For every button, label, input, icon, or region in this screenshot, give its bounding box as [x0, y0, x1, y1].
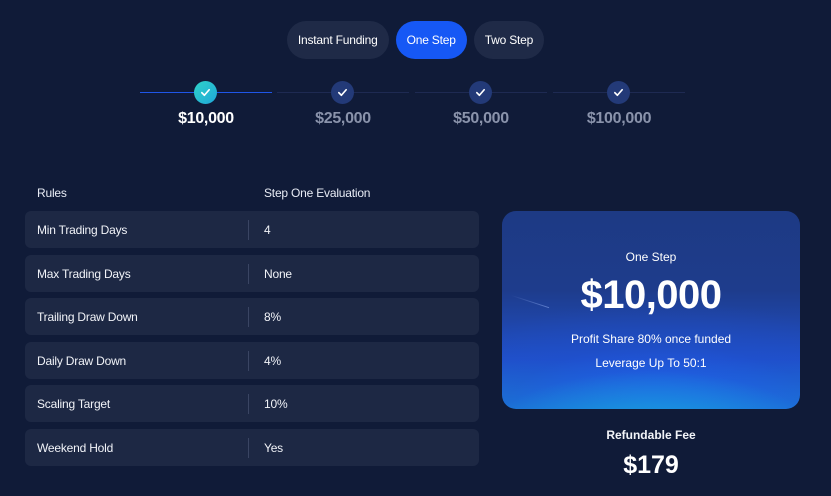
table-row: Min Trading Days 4: [25, 211, 479, 248]
tab-one-step[interactable]: One Step: [395, 21, 467, 59]
evaluation-column-header: Step One Evaluation: [264, 186, 371, 200]
rules-table: Rules Step One Evaluation Min Trading Da…: [25, 186, 479, 466]
rule-value: 10%: [264, 396, 288, 411]
table-row: Daily Draw Down 4%: [25, 342, 479, 379]
account-size-10000[interactable]: $10,000: [140, 80, 272, 130]
rules-table-header: Rules Step One Evaluation: [25, 186, 479, 204]
account-size-label: $100,000: [586, 110, 652, 127]
program-tabs: Instant Funding One Step Two Step: [0, 21, 831, 59]
account-size-100000[interactable]: $100,000: [553, 80, 685, 130]
rule-value: None: [264, 266, 292, 281]
plan-name: One Step: [625, 250, 677, 264]
tab-two-step[interactable]: Two Step: [473, 21, 545, 59]
rule-value: 4%: [264, 353, 281, 368]
account-size-label: $10,000: [178, 110, 234, 127]
rule-value: 4: [264, 222, 271, 237]
account-size-25000[interactable]: $25,000: [277, 80, 409, 130]
rule-name: Daily Draw Down: [37, 353, 127, 368]
account-size-stepper: $10,000 $25,000 $50,000 $100,000: [140, 80, 687, 130]
rule-name: Scaling Target: [37, 396, 111, 411]
table-row: Scaling Target 10%: [25, 385, 479, 422]
fee-label: Refundable Fee: [606, 428, 696, 442]
table-row: Max Trading Days None: [25, 255, 479, 292]
rule-value: Yes: [264, 440, 283, 455]
rules-column-header: Rules: [37, 186, 67, 200]
plan-summary-card: One Step $10,000 Profit Share 80% once f…: [502, 211, 800, 409]
account-size-50000[interactable]: $50,000: [415, 80, 547, 130]
plan-price: $10,000: [580, 273, 722, 317]
account-size-label: $25,000: [315, 110, 371, 127]
account-size-label: $50,000: [453, 110, 509, 127]
profit-share-text: Profit Share 80% once funded: [570, 332, 732, 346]
rule-value: 8%: [264, 309, 281, 324]
table-row: Trailing Draw Down 8%: [25, 298, 479, 335]
check-icon: [469, 81, 492, 104]
rule-name: Min Trading Days: [37, 222, 128, 237]
check-icon: [607, 81, 630, 104]
table-row: Weekend Hold Yes: [25, 429, 479, 466]
rule-name: Weekend Hold: [37, 440, 114, 455]
rule-name: Trailing Draw Down: [37, 309, 138, 324]
fee-value: $179: [623, 451, 679, 479]
tab-instant-funding[interactable]: Instant Funding: [286, 21, 389, 59]
check-icon: [194, 81, 217, 104]
check-icon: [331, 81, 354, 104]
leverage-text: Leverage Up To 50:1: [595, 356, 707, 370]
pricing-page: Instant Funding One Step Two Step $10,00…: [0, 0, 831, 496]
rule-name: Max Trading Days: [37, 266, 131, 281]
